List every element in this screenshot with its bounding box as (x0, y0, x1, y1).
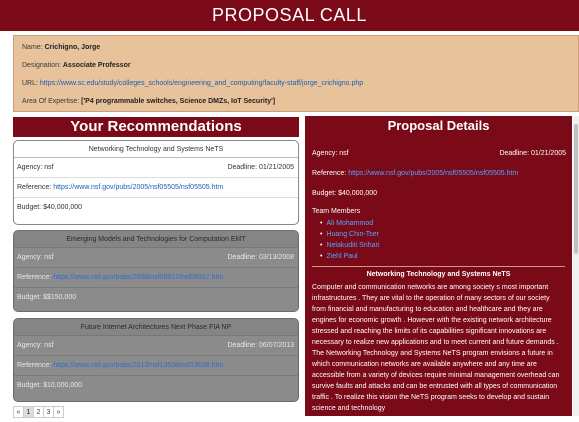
profile-url-row: URL: https://www.sc.edu/study/colleges_s… (22, 75, 570, 93)
card-budget: Budget: $10,000,000 (17, 382, 83, 389)
card-deadline: Deadline: 03/13/2008 (227, 254, 294, 261)
team-members: Team Members Ali Mohammod Huang Chin-Tse… (305, 204, 572, 262)
page-title: PROPOSAL CALL (0, 0, 579, 31)
details-budget: Budget: $40,000,000 (312, 190, 378, 197)
card-deadline: Deadline: 01/21/2005 (227, 164, 294, 171)
recommendation-card[interactable]: Networking Technology and Systems NeTS A… (13, 140, 299, 225)
card-reference-label: Reference: (17, 274, 52, 281)
card-budget-row: Budget: $10,000,000 (14, 376, 298, 396)
card-title: Future Internet Architectures Next Phase… (14, 319, 298, 336)
details-reference-row: Reference: https://www.nsf.gov/pubs/2005… (305, 164, 572, 184)
team-member: Huang Chin-Tser (320, 229, 565, 240)
profile-panel: Name: Crichigno, Jorge Designation: Asso… (13, 35, 579, 112)
card-agency-row: Agency: nsf Deadline: 01/21/2005 (14, 158, 298, 178)
details-program-title: Networking Technology and Systems NeTS (312, 266, 565, 279)
pagination-next[interactable]: » (53, 406, 64, 418)
card-agency: Agency: nsf (17, 342, 54, 349)
details-deadline: Deadline: 01/21/2005 (499, 150, 566, 157)
team-member-name[interactable]: Ali Mohammod (326, 220, 373, 227)
details-scrollbar[interactable] (573, 116, 579, 416)
proposal-details-panel: Proposal Details Agency: nsf Deadline: 0… (305, 116, 572, 416)
expertise-label: Area Of Expertise: (22, 98, 80, 105)
profile-url-link[interactable]: https://www.sc.edu/study/colleges_school… (40, 80, 363, 87)
details-agency: Agency: nsf (312, 150, 349, 157)
recommendation-card[interactable]: Emerging Models and Technologies for Com… (13, 230, 299, 312)
team-label: Team Members (312, 208, 361, 215)
team-member-name[interactable]: Huang Chin-Tser (326, 231, 379, 238)
card-budget: Budget: $40,000,000 (17, 204, 83, 211)
profile-designation-row: Designation: Associate Professor (22, 57, 570, 75)
card-deadline: Deadline: 06/07/2013 (227, 342, 294, 349)
designation-value: Associate Professor (62, 62, 131, 69)
card-agency: Agency: nsf (17, 164, 54, 171)
pagination: « 1 2 3 » (13, 406, 64, 420)
card-reference-label: Reference: (17, 184, 52, 191)
card-budget: Budget: $$150,000 (17, 294, 77, 301)
details-heading: Proposal Details (387, 118, 490, 133)
team-list: Ali Mohammod Huang Chin-Tser Nelakuditi … (312, 218, 565, 262)
url-label: URL: (22, 80, 38, 87)
name-label: Name: (22, 44, 43, 51)
team-member: Nelakuditi Srihari (320, 240, 565, 251)
details-description: Computer and communication networks are … (312, 284, 560, 412)
card-reference-label: Reference: (17, 362, 52, 369)
expertise-value: ['P4 programmable switches, Science DMZs… (81, 98, 276, 105)
team-member: Ziehl Paul (320, 251, 565, 262)
profile-name-row: Name: Crichigno, Jorge (22, 39, 570, 57)
profile-expertise-row: Area Of Expertise: ['P4 programmable swi… (22, 93, 570, 111)
card-reference-row: Reference: https://www.nsf.gov/pubs/2008… (14, 268, 298, 288)
card-budget-row: Budget: $$150,000 (14, 288, 298, 308)
recommendations-heading: Your Recommendations (13, 117, 299, 137)
card-budget-row: Budget: $40,000,000 (14, 198, 298, 218)
card-agency-row: Agency: nsf Deadline: 03/13/2008 (14, 248, 298, 268)
scrollbar-thumb[interactable] (574, 124, 578, 254)
team-member-name[interactable]: Nelakuditi Srihari (326, 242, 379, 249)
designation-label: Designation: (22, 62, 61, 69)
recommendation-card[interactable]: Future Internet Architectures Next Phase… (13, 318, 299, 402)
card-title: Networking Technology and Systems NeTS (14, 141, 298, 158)
details-reference-label: Reference: (312, 170, 347, 177)
card-title: Emerging Models and Technologies for Com… (14, 231, 298, 248)
details-budget-row: Budget: $40,000,000 (305, 184, 572, 204)
team-member-name[interactable]: Ziehl Paul (326, 253, 357, 260)
details-reference-link[interactable]: https://www.nsf.gov/pubs/2005/nsf05505/n… (348, 170, 518, 177)
card-reference-row: Reference: https://www.nsf.gov/pubs/2013… (14, 356, 298, 376)
card-reference-link[interactable]: https://www.nsf.gov/pubs/2005/nsf05505/n… (53, 184, 223, 191)
team-member: Ali Mohammod (320, 218, 565, 229)
details-agency-row: Agency: nsf Deadline: 01/21/2005 (305, 144, 572, 164)
card-reference-link[interactable]: https://www.nsf.gov/pubs/2008/nsf08517/n… (53, 274, 223, 281)
name-value: Crichigno, Jorge (44, 44, 101, 51)
card-reference-row: Reference: https://www.nsf.gov/pubs/2005… (14, 178, 298, 198)
card-agency-row: Agency: nsf Deadline: 06/07/2013 (14, 336, 298, 356)
card-reference-link[interactable]: https://www.nsf.gov/pubs/2013/nsf13538/n… (53, 362, 223, 369)
card-agency: Agency: nsf (17, 254, 54, 261)
